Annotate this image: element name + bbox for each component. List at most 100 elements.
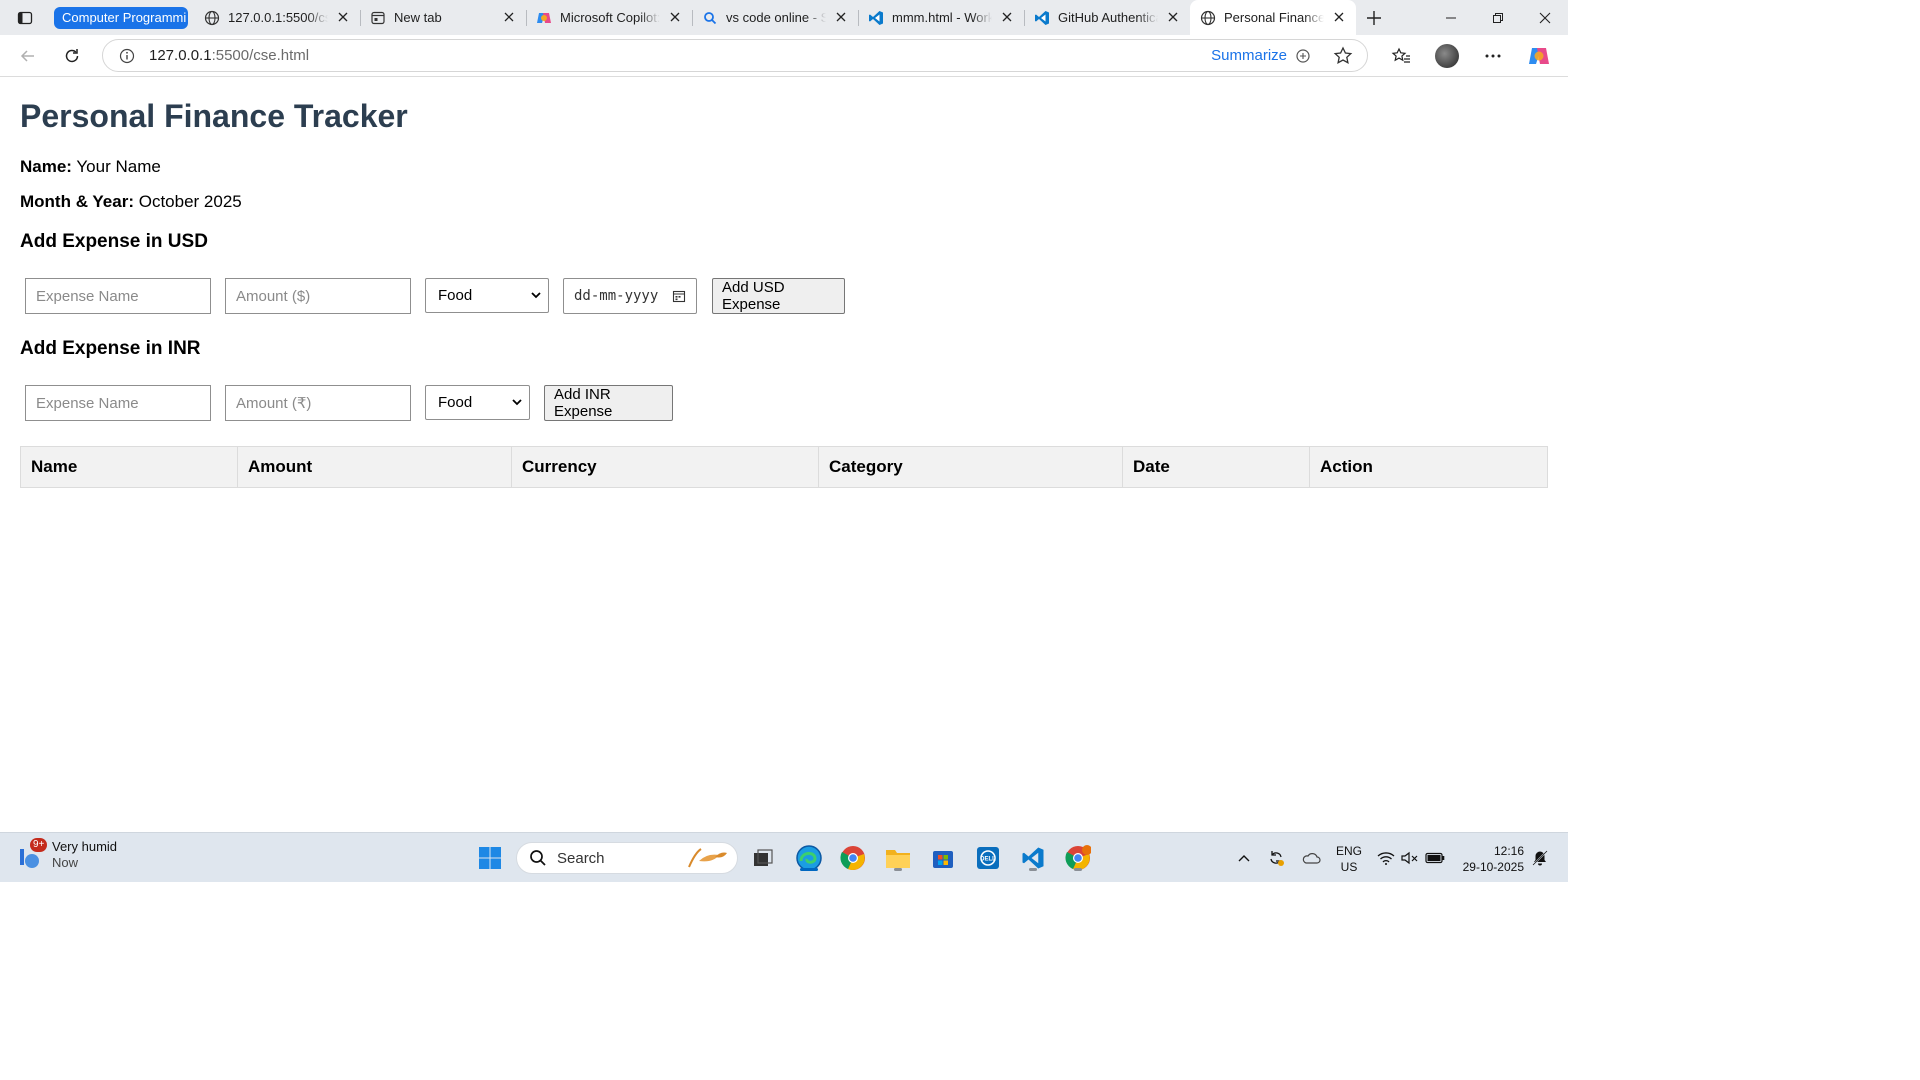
tab-bing-search[interactable]: vs code online - Se bbox=[692, 0, 858, 35]
name-label: Name: bbox=[20, 157, 72, 176]
tab-github-auth[interactable]: GitHub Authenticat bbox=[1024, 0, 1190, 35]
battery-status[interactable] bbox=[1422, 837, 1448, 879]
name-info: Name: Your Name bbox=[20, 157, 161, 177]
taskbar-chrome[interactable] bbox=[837, 842, 869, 874]
inr-amount-input[interactable] bbox=[225, 385, 411, 421]
column-header-currency[interactable]: Currency bbox=[511, 446, 819, 488]
column-header-name[interactable]: Name bbox=[20, 446, 238, 488]
new-tab-button[interactable] bbox=[1356, 0, 1392, 35]
column-header-amount[interactable]: Amount bbox=[237, 446, 512, 488]
add-usd-expense-button[interactable]: Add USD Expense bbox=[712, 278, 845, 314]
tab-actions-button[interactable] bbox=[0, 0, 50, 35]
month-label: Month & Year: bbox=[20, 192, 134, 211]
language-indicator[interactable]: ENG US bbox=[1336, 843, 1362, 875]
site-info-icon[interactable] bbox=[119, 48, 135, 64]
inr-category-select[interactable]: Food bbox=[425, 385, 530, 420]
tab-vscode-mmm[interactable]: mmm.html - Works bbox=[858, 0, 1024, 35]
running-indicator bbox=[800, 868, 818, 871]
close-icon[interactable] bbox=[1000, 10, 1014, 24]
column-header-action[interactable]: Action bbox=[1309, 446, 1548, 488]
close-icon[interactable] bbox=[336, 10, 350, 24]
usd-category-select[interactable]: Food bbox=[425, 278, 549, 313]
url-text[interactable]: 127.0.0.1:5500/cse.html bbox=[149, 47, 309, 64]
expense-table: Name Amount Currency Category Date Actio… bbox=[20, 446, 1548, 488]
new-tab-icon bbox=[371, 11, 385, 24]
taskbar-search[interactable]: Search bbox=[516, 842, 738, 874]
quick-settings[interactable] bbox=[1374, 833, 1448, 883]
close-icon[interactable] bbox=[668, 10, 682, 24]
task-view-icon bbox=[754, 849, 773, 866]
search-highlight-icon bbox=[688, 848, 727, 868]
vscode-icon bbox=[1022, 847, 1044, 869]
tab-title: New tab bbox=[394, 10, 442, 25]
tab-personal-finance[interactable]: Personal Finance Tr bbox=[1190, 0, 1356, 35]
tab-new-tab[interactable]: New tab bbox=[360, 0, 526, 35]
chevron-down-icon bbox=[531, 292, 541, 299]
inr-category-value: Food bbox=[438, 394, 473, 411]
close-window-button[interactable] bbox=[1521, 0, 1568, 35]
volume-status[interactable] bbox=[1398, 837, 1422, 879]
restore-icon bbox=[1492, 12, 1503, 23]
taskbar-file-explorer[interactable] bbox=[882, 842, 914, 874]
weather-widget[interactable]: 9+ Very humid Now bbox=[16, 838, 117, 871]
copilot-icon bbox=[1529, 48, 1549, 64]
search-icon bbox=[704, 11, 717, 24]
windows-taskbar: 9+ Very humid Now Search DELL ENG US 12:… bbox=[0, 832, 1568, 882]
plus-icon bbox=[1367, 10, 1381, 25]
minimize-button[interactable] bbox=[1427, 0, 1474, 35]
favorites-button[interactable] bbox=[1378, 35, 1424, 77]
summarize-button[interactable]: Summarize bbox=[1211, 47, 1311, 64]
browser-right-tools bbox=[1378, 35, 1562, 77]
sync-tray-button[interactable] bbox=[1256, 837, 1296, 879]
usd-date-input[interactable]: dd-mm-yyyy bbox=[563, 278, 697, 314]
region-code: US bbox=[1340, 860, 1358, 874]
chevron-down-icon bbox=[512, 399, 522, 406]
close-icon[interactable] bbox=[1332, 10, 1346, 24]
show-hidden-icons-button[interactable] bbox=[1232, 837, 1256, 879]
address-bar[interactable]: 127.0.0.1:5500/cse.html Summarize bbox=[102, 39, 1368, 72]
usd-expense-name-input[interactable] bbox=[25, 278, 211, 314]
reload-icon bbox=[65, 48, 79, 62]
tab-copilot[interactable]: Microsoft Copilot: Y bbox=[526, 0, 692, 35]
tab-title: 127.0.0.1:5500/cse.h bbox=[228, 10, 328, 25]
calendar-icon[interactable] bbox=[672, 289, 686, 303]
usd-amount-input[interactable] bbox=[225, 278, 411, 314]
page-title: Personal Finance Tracker bbox=[20, 98, 408, 134]
month-info: Month & Year: October 2025 bbox=[20, 192, 242, 212]
taskbar-vscode[interactable] bbox=[1017, 842, 1049, 874]
search-icon bbox=[530, 850, 546, 866]
inr-expense-name-input[interactable] bbox=[25, 385, 211, 421]
column-header-date[interactable]: Date bbox=[1122, 446, 1310, 488]
browser-tab-strip: Computer Programmi 127.0.0.1:5500/cse.h … bbox=[0, 0, 1568, 35]
wifi-status[interactable] bbox=[1374, 837, 1398, 879]
page-content: Personal Finance Tracker Name: Your Name… bbox=[0, 77, 1568, 832]
copilot-button[interactable] bbox=[1516, 35, 1562, 77]
close-icon[interactable] bbox=[1166, 10, 1180, 24]
url-host: 127.0.0.1 bbox=[149, 47, 212, 64]
start-button[interactable] bbox=[474, 842, 506, 874]
usd-section-title: Add Expense in USD bbox=[20, 231, 208, 252]
running-indicator bbox=[1029, 868, 1037, 871]
taskbar-chrome-profile[interactable] bbox=[1062, 842, 1094, 874]
clock[interactable]: 12:16 29-10-2025 bbox=[1460, 843, 1524, 875]
more-options-button[interactable] bbox=[1470, 35, 1516, 77]
reload-button[interactable] bbox=[50, 35, 94, 77]
taskbar-edge[interactable] bbox=[793, 842, 825, 874]
back-button[interactable] bbox=[6, 35, 50, 77]
profile-button[interactable] bbox=[1424, 35, 1470, 77]
tab-group-chip[interactable]: Computer Programmi bbox=[54, 6, 188, 29]
column-header-category[interactable]: Category bbox=[818, 446, 1123, 488]
taskbar-task-view[interactable] bbox=[747, 842, 779, 874]
table-header-row: Name Amount Currency Category Date Actio… bbox=[20, 446, 1548, 488]
tab-localhost[interactable]: 127.0.0.1:5500/cse.h bbox=[194, 0, 360, 35]
notifications-button[interactable] bbox=[1528, 842, 1552, 874]
tab-title: Microsoft Copilot: Y bbox=[560, 10, 660, 25]
onedrive-tray-button[interactable] bbox=[1296, 837, 1326, 879]
taskbar-store[interactable] bbox=[927, 842, 959, 874]
restore-button[interactable] bbox=[1474, 0, 1521, 35]
add-inr-expense-button[interactable]: Add INR Expense bbox=[544, 385, 673, 421]
close-icon[interactable] bbox=[502, 10, 516, 24]
taskbar-dell[interactable]: DELL bbox=[972, 842, 1004, 874]
favorite-star-icon[interactable] bbox=[1333, 46, 1353, 66]
close-icon[interactable] bbox=[834, 10, 848, 24]
